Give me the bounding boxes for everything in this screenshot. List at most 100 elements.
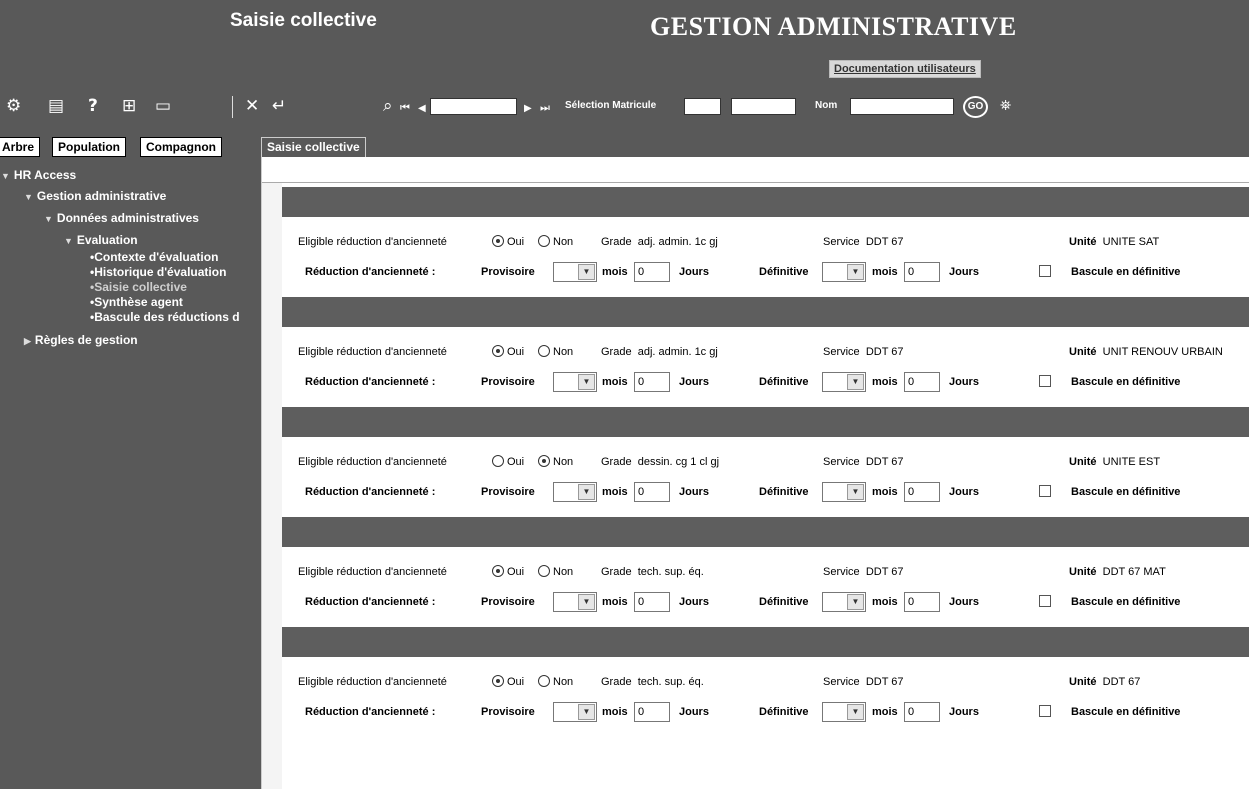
grade-field: Grade adj. admin. 1c gj: [601, 346, 718, 358]
grade-label: Grade: [601, 236, 632, 248]
definitive-mois-input[interactable]: [904, 592, 940, 612]
jours-label: Jours: [679, 486, 709, 498]
definitive-label: Définitive: [759, 486, 809, 498]
radio-oui-button[interactable]: [492, 235, 504, 247]
tree-node-gestion-administrative[interactable]: ▼ Gestion administrative: [24, 189, 166, 204]
definitive-select[interactable]: ▼: [822, 482, 866, 502]
go-button[interactable]: GO: [963, 96, 988, 118]
bascule-checkbox[interactable]: [1039, 705, 1051, 717]
radio-non[interactable]: Non: [538, 345, 573, 358]
tree-item-synthese-agent[interactable]: •Synthèse agent: [90, 295, 183, 309]
mois-label: mois: [872, 266, 898, 278]
radio-non-button[interactable]: [538, 235, 550, 247]
definitive-label: Définitive: [759, 596, 809, 608]
tab-population[interactable]: Population: [52, 137, 126, 157]
provisoire-mois-input[interactable]: [634, 262, 670, 282]
matricule-input-2[interactable]: [731, 98, 796, 115]
provisoire-mois-input[interactable]: [634, 702, 670, 722]
provisoire-select[interactable]: ▼: [553, 592, 597, 612]
radio-non-button[interactable]: [538, 565, 550, 577]
provisoire-label: Provisoire: [481, 266, 535, 278]
radio-oui-button[interactable]: [492, 675, 504, 687]
tab-arbre[interactable]: Arbre: [0, 137, 41, 157]
tree-node-donnees-administratives[interactable]: ▼ Données administratives: [44, 211, 199, 226]
grade-label: Grade: [601, 566, 632, 578]
unite-label: Unité: [1069, 346, 1097, 358]
definitive-select[interactable]: ▼: [822, 372, 866, 392]
radio-non-button[interactable]: [538, 345, 550, 357]
chevron-down-icon: ▼: [578, 374, 595, 390]
provisoire-select[interactable]: ▼: [553, 262, 597, 282]
tree-item-historique-evaluation[interactable]: •Historique d'évaluation: [90, 265, 226, 279]
radio-non-button[interactable]: [538, 675, 550, 687]
nom-input[interactable]: [850, 98, 954, 115]
tree-item-bascule-reductions[interactable]: •Bascule des réductions d: [90, 310, 240, 324]
first-record-icon[interactable]: ⏮: [400, 98, 410, 118]
radio-non[interactable]: Non: [538, 565, 573, 578]
jours-label: Jours: [949, 376, 979, 388]
tree-node-evaluation[interactable]: ▼ Evaluation: [64, 233, 138, 248]
agent-header-band: [282, 187, 1249, 217]
provisoire-select[interactable]: ▼: [553, 702, 597, 722]
close-icon[interactable]: ✕: [245, 96, 259, 116]
provisoire-mois-input[interactable]: [634, 592, 670, 612]
search-icon[interactable]: ⌕: [383, 96, 393, 116]
tree-item-saisie-collective[interactable]: •Saisie collective: [90, 280, 187, 294]
provisoire-mois-input[interactable]: [634, 482, 670, 502]
radio-non-label: Non: [553, 676, 574, 688]
provisoire-select[interactable]: ▼: [553, 372, 597, 392]
expand-arrow-icon: ▼: [44, 214, 53, 224]
definitive-mois-input[interactable]: [904, 702, 940, 722]
definitive-select[interactable]: ▼: [822, 262, 866, 282]
radio-non-label: Non: [553, 566, 574, 578]
record-position-input[interactable]: [430, 98, 517, 115]
tab-saisie-collective[interactable]: Saisie collective: [261, 137, 366, 157]
radio-oui[interactable]: Oui: [492, 565, 524, 578]
folder-icon[interactable]: ▭: [155, 96, 171, 116]
tree-item-contexte-evaluation[interactable]: •Contexte d'évaluation: [90, 250, 218, 264]
tab-compagnon[interactable]: Compagnon: [140, 137, 222, 157]
bascule-checkbox[interactable]: [1039, 265, 1051, 277]
previous-record-icon[interactable]: ◀: [418, 99, 426, 119]
return-icon[interactable]: ↵: [272, 96, 286, 116]
binoculars-icon[interactable]: ⛯: [1000, 96, 1011, 116]
radio-non[interactable]: Non: [538, 455, 573, 468]
mois-label: mois: [872, 486, 898, 498]
service-value: DDT 67: [865, 346, 904, 358]
service-field: Service DDT 67: [823, 566, 904, 578]
radio-non[interactable]: Non: [538, 235, 573, 248]
radio-oui[interactable]: Oui: [492, 455, 524, 468]
definitive-mois-input[interactable]: [904, 372, 940, 392]
definitive-mois-input[interactable]: [904, 482, 940, 502]
chevron-down-icon: ▼: [847, 484, 864, 500]
radio-non-button[interactable]: [538, 455, 550, 467]
tree-node-regles-de-gestion[interactable]: ▶ Règles de gestion: [24, 333, 138, 348]
help-icon[interactable]: ?: [88, 96, 98, 116]
unite-field: Unité DDT 67 MAT: [1069, 566, 1166, 578]
bascule-label: Bascule en définitive: [1071, 266, 1181, 278]
settings-icon[interactable]: ⚙: [6, 96, 21, 116]
radio-oui-button[interactable]: [492, 455, 504, 467]
definitive-select[interactable]: ▼: [822, 702, 866, 722]
definitive-select[interactable]: ▼: [822, 592, 866, 612]
jours-label: Jours: [949, 266, 979, 278]
radio-oui[interactable]: Oui: [492, 675, 524, 688]
bascule-checkbox[interactable]: [1039, 485, 1051, 497]
last-record-icon[interactable]: ⏭: [540, 98, 550, 118]
bascule-checkbox[interactable]: [1039, 375, 1051, 387]
print-icon[interactable]: ▤: [48, 96, 64, 116]
radio-oui-button[interactable]: [492, 345, 504, 357]
radio-non[interactable]: Non: [538, 675, 573, 688]
tree-node-hr-access[interactable]: ▼ HR Access: [1, 168, 76, 183]
radio-oui[interactable]: Oui: [492, 235, 524, 248]
matricule-input-1[interactable]: [684, 98, 721, 115]
radio-oui-button[interactable]: [492, 565, 504, 577]
user-documentation-link[interactable]: Documentation utilisateurs: [829, 60, 981, 78]
add-icon[interactable]: ⊞: [122, 96, 136, 116]
provisoire-mois-input[interactable]: [634, 372, 670, 392]
radio-oui[interactable]: Oui: [492, 345, 524, 358]
next-record-icon[interactable]: ▶: [524, 99, 532, 119]
bascule-checkbox[interactable]: [1039, 595, 1051, 607]
provisoire-select[interactable]: ▼: [553, 482, 597, 502]
definitive-mois-input[interactable]: [904, 262, 940, 282]
